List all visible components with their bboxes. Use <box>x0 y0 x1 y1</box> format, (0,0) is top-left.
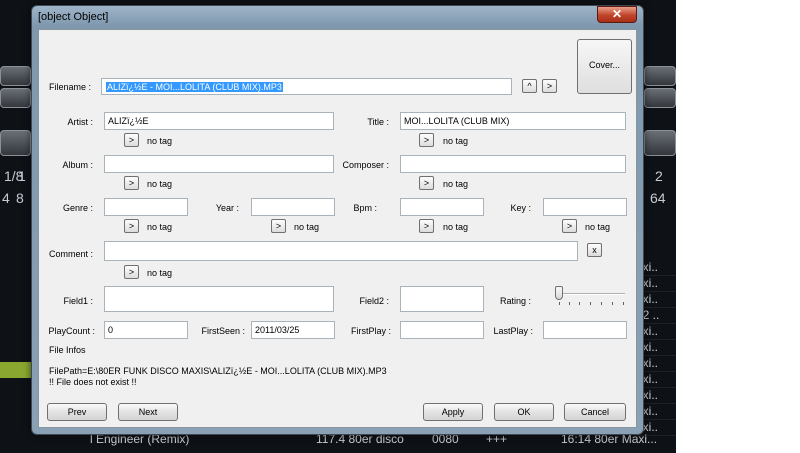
apply-button[interactable]: Apply <box>423 403 483 421</box>
genre-tag-status: no tag <box>147 222 173 232</box>
filename-label: Filename : <box>49 82 92 92</box>
rating-label: Rating : <box>499 296 531 306</box>
file-info-dialog: [object Object] ✕ Filename : ALIZï¿½E - … <box>31 5 644 435</box>
artist-copy-tag-button[interactable]: > <box>124 133 139 147</box>
dialog-client-area: Filename : ALIZï¿½E - MOI...LOLITA (CLUB… <box>38 29 637 428</box>
album-copy-tag-button[interactable]: > <box>124 176 139 190</box>
genre-copy-tag-button[interactable]: > <box>124 219 139 233</box>
field1-label: Field1 : <box>63 296 93 306</box>
bg-green-bar <box>0 362 31 378</box>
close-button[interactable]: ✕ <box>597 6 637 23</box>
file-status-text: !! File does not exist !! <box>49 377 137 387</box>
firstseen-input[interactable]: 2011/03/25 <box>251 321 335 339</box>
album-tag-status: no tag <box>147 179 173 189</box>
field2-input[interactable] <box>400 286 484 312</box>
file-path-text: FilePath=E:\80ER FUNK DISCO MAXIS\ALIZï¿… <box>49 366 387 376</box>
playcount-label: PlayCount : <box>48 326 95 336</box>
prev-button[interactable]: Prev <box>47 403 107 421</box>
bpm-copy-tag-button[interactable]: > <box>419 219 434 233</box>
firstseen-label: FirstSeen : <box>201 326 245 336</box>
key-input[interactable] <box>543 198 627 216</box>
comment-copy-tag-button[interactable]: > <box>124 265 139 279</box>
lastplay-input[interactable] <box>543 321 627 339</box>
artist-tag-status: no tag <box>147 136 173 146</box>
artist-label: Artist : <box>67 117 93 127</box>
comment-input[interactable] <box>104 241 578 261</box>
year-copy-tag-button[interactable]: > <box>271 219 286 233</box>
title-input[interactable]: MOI...LOLITA (CLUB MIX) <box>400 112 626 130</box>
year-label: Year : <box>215 203 239 213</box>
bg-left-in-button <box>0 130 31 156</box>
year-tag-status: no tag <box>294 222 320 232</box>
title-label: Title : <box>367 117 389 127</box>
year-input[interactable] <box>251 198 335 216</box>
filename-up-button[interactable]: ^ <box>522 79 537 93</box>
filename-next-button[interactable]: > <box>542 79 557 93</box>
firstplay-input[interactable] <box>400 321 484 339</box>
dialog-title: [object Object] <box>38 11 109 23</box>
composer-label: Composer : <box>342 160 389 170</box>
bpm-tag-status: no tag <box>443 222 469 232</box>
bpm-label: Bpm : <box>353 203 377 213</box>
bg-left-button-2 <box>0 88 31 108</box>
lastplay-label: LastPlay : <box>493 326 533 336</box>
filename-input[interactable]: ALIZï¿½E - MOI...LOLITA (CLUB MIX).MP3 <box>101 78 512 95</box>
field1-input[interactable] <box>104 286 334 312</box>
composer-copy-tag-button[interactable]: > <box>419 176 434 190</box>
playcount-input[interactable]: 0 <box>104 321 188 339</box>
comment-clear-button[interactable]: x <box>587 243 602 257</box>
rating-tick <box>612 302 613 305</box>
comment-tag-status: no tag <box>147 268 173 278</box>
file-infos-label: File Infos <box>49 345 86 355</box>
title-copy-tag-button[interactable]: > <box>419 133 434 147</box>
rating-tick <box>559 302 560 305</box>
field2-label: Field2 : <box>359 296 389 306</box>
rating-tick <box>601 302 602 305</box>
key-label: Key : <box>510 203 531 213</box>
rating-tick <box>569 302 570 305</box>
genre-label: Genre : <box>62 203 93 213</box>
bg-right-button-2 <box>644 88 676 108</box>
key-tag-status: no tag <box>585 222 611 232</box>
key-copy-tag-button[interactable]: > <box>562 219 577 233</box>
comment-label: Comment : <box>48 249 93 259</box>
bg-left-label-4: 8 <box>16 190 24 206</box>
bg-right-button-1 <box>644 66 676 86</box>
ok-button[interactable]: OK <box>494 403 554 421</box>
rating-tick <box>590 302 591 305</box>
composer-tag-status: no tag <box>443 179 469 189</box>
composer-input[interactable] <box>400 155 626 173</box>
filename-value: ALIZï¿½E - MOI...LOLITA (CLUB MIX).MP3 <box>106 82 283 92</box>
rating-tick <box>579 302 580 305</box>
artist-input[interactable]: ALIZï¿½E <box>104 112 334 130</box>
bg-right-out-button <box>644 130 676 156</box>
genre-input[interactable] <box>104 198 188 216</box>
bg-left-label-3: 4 <box>2 190 10 206</box>
album-label: Album : <box>62 160 93 170</box>
bg-right-label-2: 64 <box>650 190 666 206</box>
rating-slider-track <box>559 293 625 295</box>
cancel-button[interactable]: Cancel <box>564 403 626 421</box>
rating-slider-thumb[interactable] <box>555 286 563 300</box>
cover-button[interactable]: Cover... <box>577 39 632 94</box>
firstplay-label: FirstPlay : <box>350 326 391 336</box>
bg-left-button-1 <box>0 66 31 86</box>
bg-left-label-2: 1 <box>18 168 26 184</box>
next-button[interactable]: Next <box>118 403 178 421</box>
bg-right-label-1: 2 <box>655 168 663 184</box>
album-input[interactable] <box>104 155 334 173</box>
bpm-input[interactable] <box>400 198 484 216</box>
rating-tick <box>623 302 624 305</box>
title-tag-status: no tag <box>443 136 469 146</box>
